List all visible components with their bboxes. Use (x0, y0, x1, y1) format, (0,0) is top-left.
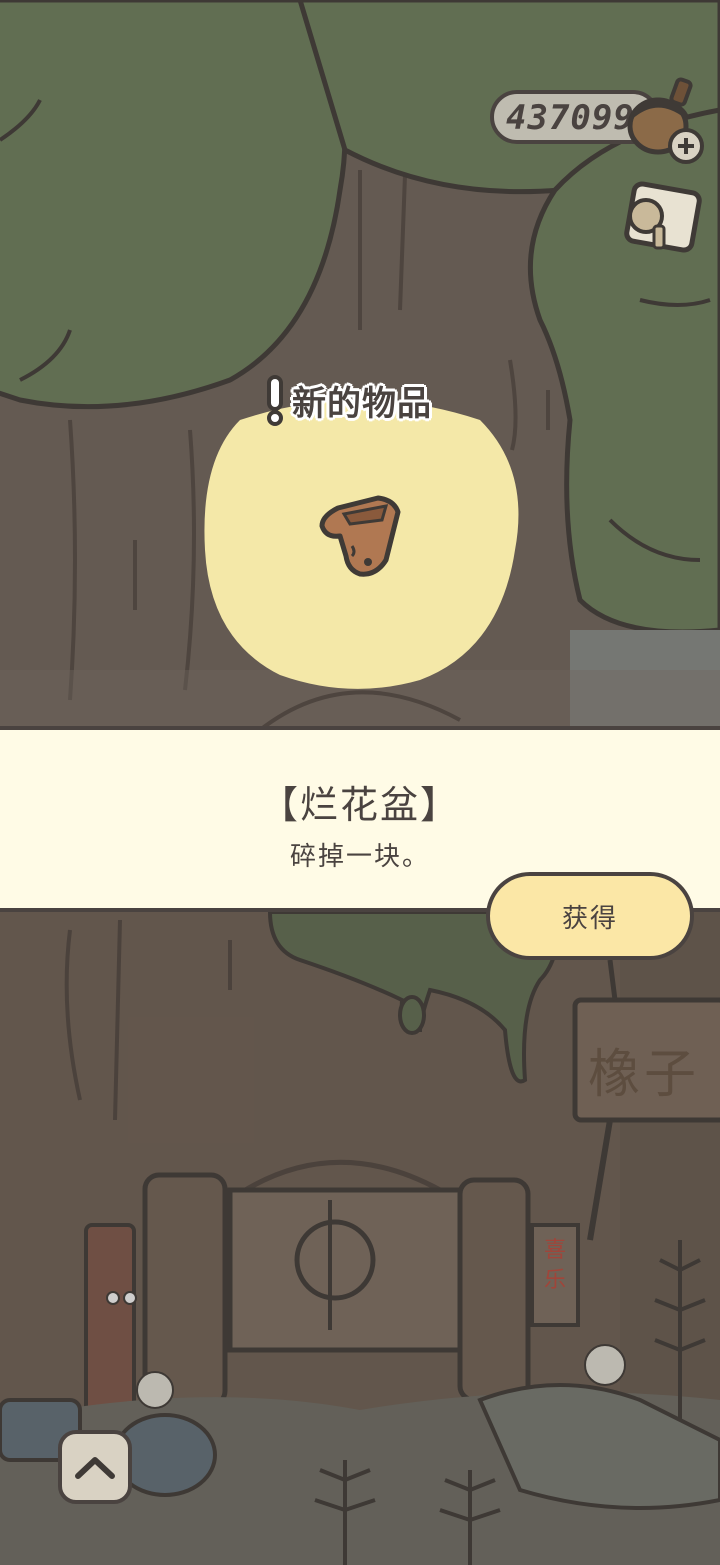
acorn-count: 437099 (506, 98, 635, 138)
obtain-button[interactable]: 获得 (486, 872, 694, 960)
item-description: 碎掉一块。 (289, 842, 430, 872)
broken-flowerpot-icon (319, 495, 401, 577)
item-name: 【烂花盆】 (259, 783, 460, 827)
new-item-heading: 新的物品 (292, 383, 432, 424)
acorn-icon[interactable] (620, 74, 710, 166)
exclamation-icon (267, 375, 283, 426)
chevron-up-icon (75, 1457, 115, 1479)
note-icon[interactable] (618, 178, 708, 258)
expand-button[interactable] (58, 1430, 132, 1504)
door-banner-text: 喜乐 (543, 1238, 566, 1293)
new-item-title: 新的物品 (262, 372, 432, 428)
shop-sign-text: 橡子 (588, 1045, 701, 1105)
